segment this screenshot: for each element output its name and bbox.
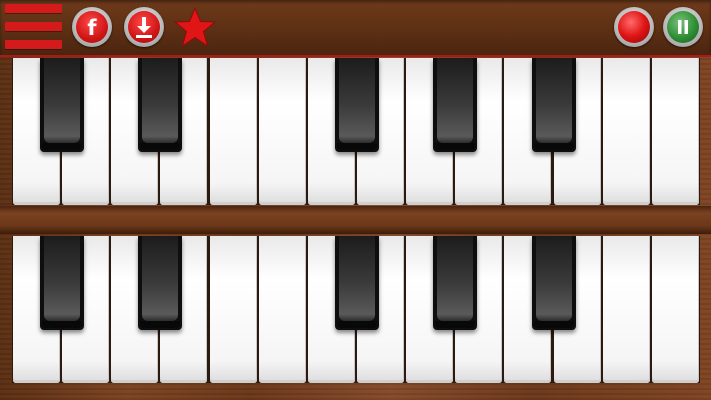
facebook-icon: f <box>76 11 108 43</box>
white-key[interactable] <box>602 58 650 205</box>
menu-icon-bar <box>5 40 62 49</box>
black-key[interactable] <box>334 58 379 152</box>
white-key[interactable] <box>602 236 650 383</box>
white-key[interactable] <box>209 58 257 205</box>
record-icon <box>618 11 650 43</box>
toolbar-accent-line <box>0 55 711 57</box>
black-key[interactable] <box>334 236 379 330</box>
black-key[interactable] <box>138 58 183 152</box>
black-key[interactable] <box>531 58 576 152</box>
white-key[interactable] <box>258 236 306 383</box>
pause-button[interactable] <box>663 7 703 47</box>
facebook-glyph: f <box>87 16 97 40</box>
black-key[interactable] <box>40 58 85 152</box>
download-button[interactable] <box>124 7 164 47</box>
upper-keyboard <box>12 58 700 205</box>
white-key[interactable] <box>651 58 699 205</box>
facebook-button[interactable]: f <box>72 7 112 47</box>
menu-icon-bar <box>5 22 62 31</box>
download-icon <box>128 11 160 43</box>
white-key[interactable] <box>651 236 699 383</box>
lower-keyboard <box>12 236 700 383</box>
star-icon[interactable] <box>173 6 217 48</box>
top-toolbar: f <box>0 0 711 57</box>
black-key[interactable] <box>433 236 478 330</box>
black-key[interactable] <box>40 236 85 330</box>
menu-icon-bar <box>5 4 62 13</box>
wood-divider <box>0 206 711 234</box>
pause-icon <box>667 11 699 43</box>
white-key[interactable] <box>209 236 257 383</box>
record-button[interactable] <box>614 7 654 47</box>
black-key[interactable] <box>433 58 478 152</box>
black-key[interactable] <box>531 236 576 330</box>
black-key[interactable] <box>138 236 183 330</box>
menu-button[interactable] <box>5 4 62 50</box>
white-key[interactable] <box>258 58 306 205</box>
